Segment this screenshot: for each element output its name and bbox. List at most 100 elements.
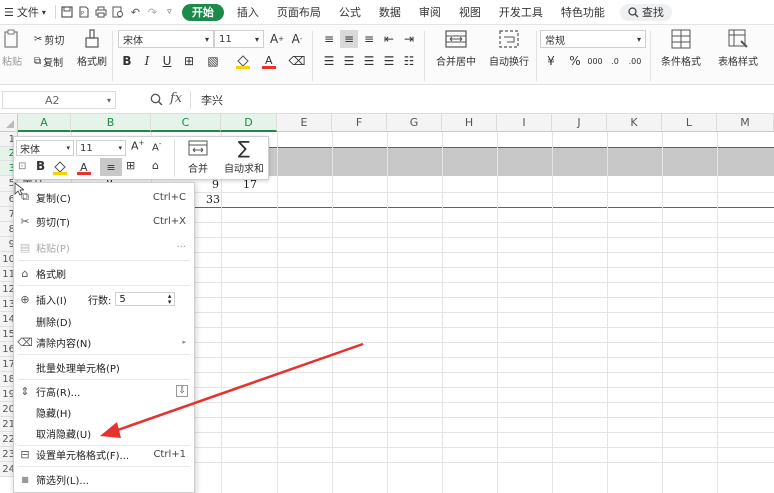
mini-font-name-select[interactable]: 宋体 ▾: [16, 140, 74, 156]
border-icon[interactable]: ⊞: [180, 52, 198, 70]
auto-fit-icon[interactable]: ⇩: [176, 385, 188, 397]
tab-special-features[interactable]: 特色功能: [552, 0, 614, 25]
distribute-icon[interactable]: ☷: [400, 52, 418, 70]
menu-item-delete[interactable]: 删除(D): [14, 311, 194, 331]
column-header-h[interactable]: H: [442, 114, 497, 132]
tab-formulas[interactable]: 公式: [330, 0, 370, 25]
fill-format-icon[interactable]: ⊡: [18, 161, 26, 172]
undo-icon[interactable]: ↶: [127, 4, 144, 21]
italic-icon[interactable]: I: [138, 52, 156, 70]
menu-item-paste[interactable]: ▤ 粘贴(P) ···: [14, 237, 194, 257]
redo-icon[interactable]: ↷: [144, 4, 161, 21]
font-name-select[interactable]: 宋体 ▾: [118, 30, 214, 48]
tab-review[interactable]: 审阅: [410, 0, 450, 25]
rows-count-stepper[interactable]: 5 ▴ ▾: [115, 292, 176, 306]
fill-effect-icon[interactable]: ▧: [204, 52, 222, 70]
tab-developer[interactable]: 开发工具: [490, 0, 552, 25]
bold-icon[interactable]: B: [118, 52, 136, 70]
paste-button[interactable]: 粘贴: [0, 29, 24, 68]
autosum-button[interactable]: ∑ 自动求和: [218, 139, 270, 175]
column-header-e[interactable]: E: [277, 114, 332, 132]
fx-icon[interactable]: fx: [170, 91, 182, 106]
menu-item-cut[interactable]: ✂ 剪切(T) Ctrl+X: [14, 211, 194, 231]
fill-color-icon[interactable]: [52, 160, 68, 178]
merge-center-button[interactable]: 合并居中: [428, 29, 484, 68]
column-header-k[interactable]: K: [607, 114, 662, 132]
font-color-icon[interactable]: A: [260, 52, 278, 70]
customize-qa-icon[interactable]: ▿: [161, 4, 178, 21]
column-header-g[interactable]: G: [387, 114, 442, 132]
font-grow-icon[interactable]: A+: [268, 30, 286, 48]
column-header-b[interactable]: B: [71, 114, 151, 132]
align-bottom-icon[interactable]: ≡: [360, 30, 378, 48]
format-painter-button[interactable]: 格式刷: [76, 29, 108, 68]
save-icon[interactable]: [59, 4, 76, 21]
wrap-text-button[interactable]: 自动换行: [484, 29, 534, 68]
format-painter-icon[interactable]: ⌂: [152, 159, 159, 172]
file-menu[interactable]: ☰ 文件 ▾: [0, 0, 52, 25]
search-box[interactable]: 查找: [619, 3, 672, 21]
column-header-l[interactable]: L: [662, 114, 717, 132]
align-center-icon[interactable]: ≡: [100, 158, 122, 176]
font-color-icon[interactable]: A: [76, 160, 92, 178]
export-pdf-icon[interactable]: P: [76, 4, 93, 21]
indent-increase-icon[interactable]: ⇥: [400, 30, 418, 48]
tab-home[interactable]: 开始: [181, 3, 224, 21]
menu-item-batch-process[interactable]: 批量处理单元格(P): [14, 357, 194, 377]
column-header-j[interactable]: J: [552, 114, 607, 132]
menu-item-format-cells[interactable]: ⊟ 设置单元格格式(F)... Ctrl+1: [14, 444, 194, 464]
align-left-icon[interactable]: ☰: [320, 52, 338, 70]
column-header-a[interactable]: A: [18, 114, 71, 132]
justify-icon[interactable]: ☰: [380, 52, 398, 70]
align-center-icon[interactable]: ☰: [340, 52, 358, 70]
formula-input[interactable]: 李兴: [190, 91, 770, 109]
bold-icon[interactable]: B: [36, 159, 45, 173]
zoom-icon[interactable]: [150, 93, 163, 106]
indent-decrease-icon[interactable]: ⇤: [380, 30, 398, 48]
print-icon[interactable]: [93, 4, 110, 21]
menu-item-format-painter[interactable]: ⌂ 格式刷: [14, 263, 194, 283]
align-top-icon[interactable]: ≡: [320, 30, 338, 48]
underline-icon[interactable]: U: [158, 52, 176, 70]
thousands-icon[interactable]: 000: [586, 52, 604, 70]
column-header-c[interactable]: C: [151, 114, 221, 132]
tab-view[interactable]: 视图: [450, 0, 490, 25]
border-icon[interactable]: ⊞: [126, 159, 135, 172]
tab-page-layout[interactable]: 页面布局: [268, 0, 330, 25]
currency-icon[interactable]: ¥: [542, 52, 560, 70]
eraser-icon[interactable]: ⌫: [288, 52, 306, 70]
menu-item-clear-contents[interactable]: ⌫ 清除内容(N) ▸: [14, 332, 194, 352]
tab-insert[interactable]: 插入: [228, 0, 268, 25]
cut-button[interactable]: ✂ 剪切: [34, 32, 64, 47]
column-header-d[interactable]: D: [221, 114, 277, 132]
percent-icon[interactable]: %: [566, 52, 584, 70]
menu-item-insert[interactable]: ⊕ 插入(I) 行数: 5 ▴ ▾: [14, 289, 194, 309]
menu-item-copy[interactable]: ⧉ 复制(C) Ctrl+C: [14, 187, 194, 207]
column-header-m[interactable]: M: [717, 114, 774, 132]
mini-merge-button[interactable]: 合并: [180, 139, 216, 175]
align-right-icon[interactable]: ☰: [360, 52, 378, 70]
fill-color-icon[interactable]: [234, 52, 252, 70]
font-size-select[interactable]: 11 ▾: [214, 30, 264, 48]
mini-font-size-select[interactable]: 11 ▾: [76, 140, 126, 156]
conditional-format-button[interactable]: 条件格式: [654, 29, 708, 68]
table-style-button[interactable]: 表格样式: [710, 29, 766, 68]
increase-decimal-icon[interactable]: .0: [606, 52, 624, 70]
font-shrink-icon[interactable]: A-: [152, 140, 161, 153]
menu-item-hide[interactable]: 隐藏(H): [14, 402, 194, 422]
menu-item-row-height[interactable]: ⇕ 行高(R)... ⇩: [14, 381, 194, 401]
copy-button[interactable]: ⧉ 复制: [34, 54, 63, 69]
font-grow-icon[interactable]: A+: [131, 139, 144, 153]
tab-data[interactable]: 数据: [370, 0, 410, 25]
menu-item-unhide[interactable]: 取消隐藏(U): [14, 423, 194, 443]
column-header-i[interactable]: I: [497, 114, 552, 132]
name-box[interactable]: A2 ▾: [2, 91, 116, 109]
number-format-select[interactable]: 常规 ▾: [540, 30, 646, 48]
print-preview-icon[interactable]: [110, 4, 127, 21]
cell-c6[interactable]: 33: [206, 193, 220, 206]
menu-item-filter-column[interactable]: ■ 筛选列(L)...: [14, 469, 194, 489]
column-header-f[interactable]: F: [332, 114, 387, 132]
align-middle-icon[interactable]: ≡: [340, 30, 358, 48]
select-all-corner[interactable]: [0, 114, 18, 132]
font-shrink-icon[interactable]: A-: [288, 30, 306, 48]
